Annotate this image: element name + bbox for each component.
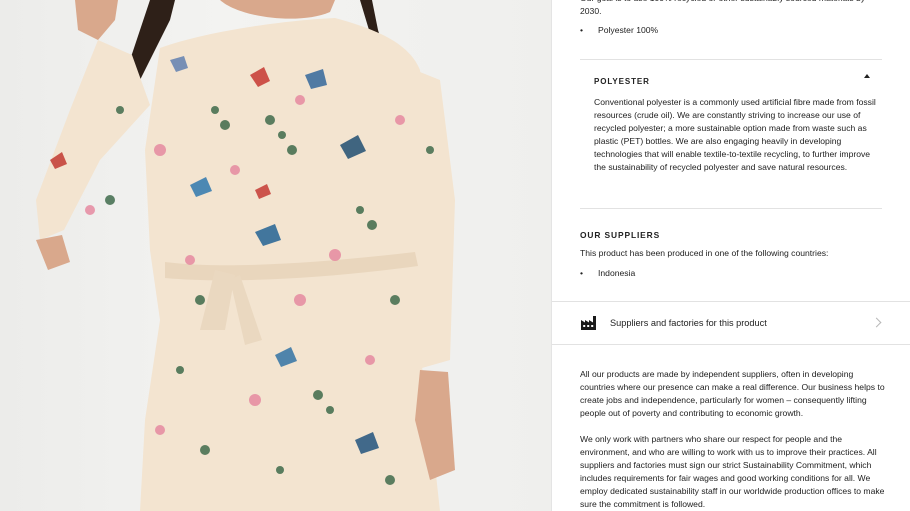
suppliers-paragraph-1: All our products are made by independent…	[580, 369, 885, 418]
suppliers-factories-link[interactable]: Suppliers and factories for this product	[552, 302, 910, 344]
suppliers-description: This product has been produced in one of…	[580, 248, 829, 258]
material-list-item: • Polyester 100%	[580, 25, 658, 35]
polyester-accordion-toggle[interactable]: POLYESTER	[594, 71, 870, 86]
product-image	[0, 0, 551, 511]
bullet-icon: •	[580, 25, 584, 35]
suppliers-paragraph-2: We only work with partners who share our…	[580, 434, 885, 509]
divider	[580, 208, 882, 209]
material-label: Polyester 100%	[598, 25, 659, 35]
accordion-title: POLYESTER	[594, 77, 650, 86]
caret-up-icon	[864, 74, 870, 78]
divider	[552, 344, 910, 345]
suppliers-link-label: Suppliers and factories for this product	[610, 318, 767, 328]
country-list-item: • Indonesia	[580, 268, 635, 278]
suppliers-heading: OUR SUPPLIERS	[580, 230, 661, 240]
bullet-icon: •	[580, 268, 584, 278]
country-label: Indonesia	[598, 268, 636, 278]
product-info-panel: Our goal is to use 100% recycled or othe…	[551, 0, 910, 511]
divider	[580, 59, 882, 60]
dress-illustration	[36, 0, 455, 511]
accordion-body-text: Conventional polyester is a commonly use…	[594, 97, 876, 172]
factory-icon	[581, 316, 596, 330]
composition-intro-text: Our goal is to use 100% recycled or othe…	[580, 0, 865, 16]
chevron-right-icon	[871, 317, 882, 328]
